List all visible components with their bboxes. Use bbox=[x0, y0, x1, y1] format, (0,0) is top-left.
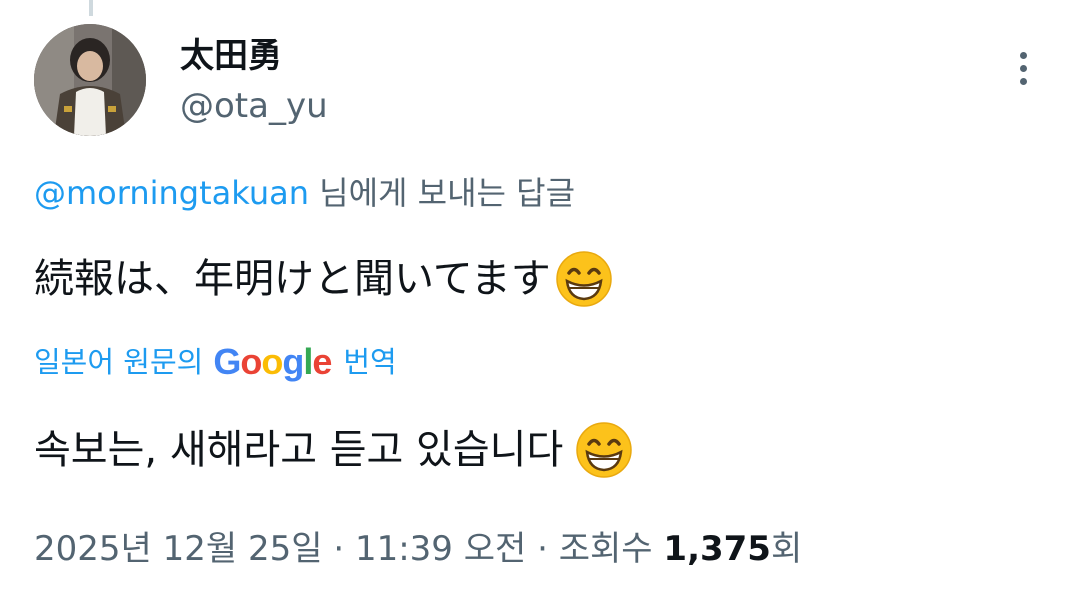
tweet-text: 続報は、年明けと聞いてます bbox=[34, 250, 613, 308]
avatar[interactable] bbox=[34, 24, 146, 136]
author-handle[interactable]: @ota_yu bbox=[180, 84, 328, 128]
grinning-face-emoji-icon bbox=[556, 251, 612, 307]
translated-text: 속보는, 새해라고 듣고 있습니다 bbox=[34, 420, 633, 480]
tweet-text-body: 続報は、年明けと聞いてます bbox=[34, 256, 551, 302]
more-options-icon[interactable] bbox=[1004, 46, 1044, 90]
translated-text-body: 속보는, 새해라고 듣고 있습니다 bbox=[34, 427, 564, 473]
grinning-face-emoji-icon bbox=[576, 422, 633, 478]
reply-context: @morningtakuan 님에게 보내는 답글 bbox=[34, 170, 575, 216]
translate-prefix: 일본어 원문의 bbox=[34, 345, 204, 379]
tweet-meta: 2025년 12월 25일 · 11:39 오전 · 조회수 1,375회 bbox=[34, 524, 802, 574]
tweet-date[interactable]: 2025년 12월 25일 bbox=[34, 529, 323, 569]
google-logo-icon: Google bbox=[213, 341, 332, 382]
views-label: 조회수 bbox=[558, 529, 664, 569]
meta-separator: · bbox=[526, 529, 559, 569]
thread-line bbox=[89, 0, 93, 16]
reply-mention-link[interactable]: @morningtakuan bbox=[34, 174, 309, 212]
translate-link[interactable]: 일본어 원문의 Google 번역 bbox=[34, 340, 397, 384]
views-suffix: 회 bbox=[770, 529, 803, 569]
tweet-time[interactable]: 11:39 오전 bbox=[355, 529, 526, 569]
views-count: 1,375 bbox=[663, 529, 771, 569]
reply-context-suffix: 님에게 보내는 답글 bbox=[308, 174, 576, 212]
translate-suffix: 번역 bbox=[343, 345, 397, 379]
tweet: 太田勇 @ota_yu @morningtakuan 님에게 보내는 답글 続報… bbox=[0, 0, 1080, 609]
author-display-name[interactable]: 太田勇 bbox=[180, 34, 282, 78]
meta-separator: · bbox=[322, 529, 355, 569]
